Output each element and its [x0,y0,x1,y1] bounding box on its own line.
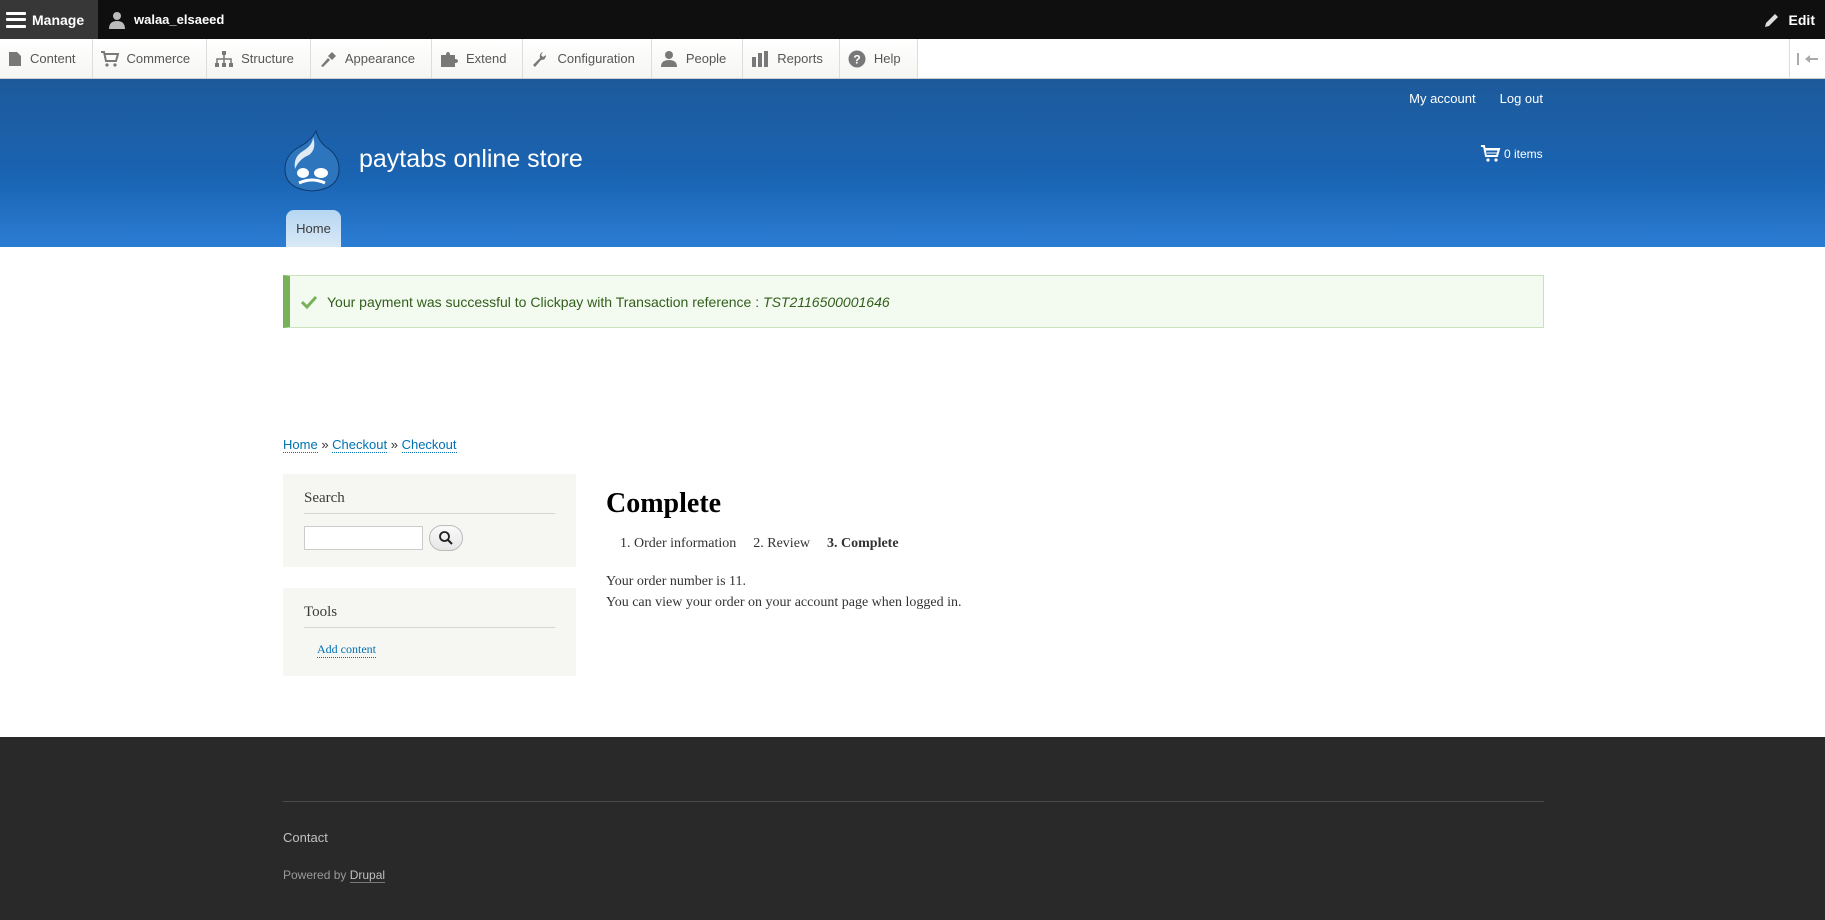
puzzle-icon [441,51,458,67]
breadcrumb-home[interactable]: Home [283,437,318,453]
main-menu-home[interactable]: Home [286,210,341,247]
svg-text:?: ? [853,52,860,66]
check-icon [301,295,317,309]
status-text: Your payment was successful to Clickpay … [327,293,760,310]
breadcrumb: Home » Checkout » Checkout [283,437,457,453]
tray-label: Configuration [557,51,635,66]
tray-label: Help [873,51,901,66]
pencil-icon [1764,13,1778,27]
status-message: Your payment was successful to Clickpay … [283,275,1544,328]
edit-label: Edit [1788,11,1815,28]
breadcrumb-separator: » [390,437,398,452]
transaction-reference: TST2116500001646 [763,293,890,310]
cart-block[interactable]: 0 items [1481,145,1543,162]
cart-icon [100,50,119,67]
my-account-link[interactable]: My account [1409,91,1475,106]
breadcrumb-checkout-current[interactable]: Checkout [401,437,457,453]
search-input[interactable] [304,526,423,550]
tray-item-commerce[interactable]: Commerce [92,39,208,78]
view-order-text: You can view your order on your account … [606,595,962,610]
tray-label: Reports [777,51,823,66]
search-button[interactable] [429,525,463,551]
person-icon [109,11,125,29]
secondary-menu: My account Log out [1409,91,1543,106]
main-menu-label: Home [296,221,331,236]
tray-item-people[interactable]: People [651,39,744,78]
contact-link[interactable]: Contact [283,830,328,845]
tray-item-help[interactable]: ? Help [839,39,918,78]
site-footer: Contact Powered by Drupal [0,737,1825,920]
tray-label: Content [30,51,76,66]
tray-label: Extend [466,51,507,66]
structure-icon [215,50,234,67]
search-block-title: Search [304,490,555,514]
breadcrumb-checkout[interactable]: Checkout [332,437,388,453]
tray-item-appearance[interactable]: Appearance [310,39,432,78]
search-icon [439,531,453,545]
cart-icon [1481,145,1501,162]
tray-label: Structure [241,51,294,66]
checkout-step: 1. Order information [620,536,737,551]
manage-button[interactable]: Manage [0,0,98,39]
edit-button[interactable]: Edit [1763,0,1815,39]
search-form [304,525,555,551]
checkout-step-current: 3. Complete [827,536,899,551]
hamburger-icon [6,11,26,28]
log-out-link[interactable]: Log out [1500,91,1543,106]
tray-item-reports[interactable]: Reports [743,39,840,78]
page-title: Complete [606,488,722,519]
admin-toolbar: Manage walaa_elsaeed Edit [0,0,1825,39]
bar-chart-icon [752,50,769,67]
user-button[interactable]: walaa_elsaeed [98,0,224,39]
wrench-icon [533,51,547,67]
tray-item-extend[interactable]: Extend [432,39,524,78]
search-block: Search [283,474,576,567]
tray-label: Commerce [126,51,191,66]
powered-by-text: Powered by [283,868,350,882]
tray-item-structure[interactable]: Structure [207,39,311,78]
paintbrush-icon [320,51,336,67]
cart-label: 0 items [1504,146,1543,161]
footer-divider [283,801,1544,802]
checkout-step: 2. Review [753,536,811,551]
arrow-left-icon [1796,52,1818,65]
drupal-logo[interactable] [283,129,341,193]
powered-by: Powered by Drupal [283,868,386,883]
tray-orientation-toggle[interactable] [1789,39,1825,78]
add-content-link[interactable]: Add content [317,642,376,658]
tools-block-title: Tools [304,604,555,628]
manage-label: Manage [32,11,85,28]
tray-label: People [685,51,727,66]
admin-tray: Content Commerce Structure Appearance Ex… [0,39,1825,79]
user-name: walaa_elsaeed [134,12,225,27]
breadcrumb-separator: » [321,437,329,452]
tray-item-configuration[interactable]: Configuration [523,39,652,78]
checkout-progress: 1. Order information 2. Review 3. Comple… [620,536,899,552]
drupal-link[interactable]: Drupal [349,868,386,883]
person-icon [660,50,677,67]
tools-block: Tools Add content [283,588,576,676]
completion-message: Your order number is 11. You can view yo… [606,571,962,613]
tray-label: Appearance [344,51,415,66]
content-icon [9,51,21,66]
tray-item-content[interactable]: Content [0,39,93,78]
order-number-text: Your order number is 11. [606,574,746,589]
site-name[interactable]: paytabs online store [359,145,583,174]
site-header: My account Log out paytabs online store … [0,79,1825,247]
help-icon: ? [848,50,866,67]
